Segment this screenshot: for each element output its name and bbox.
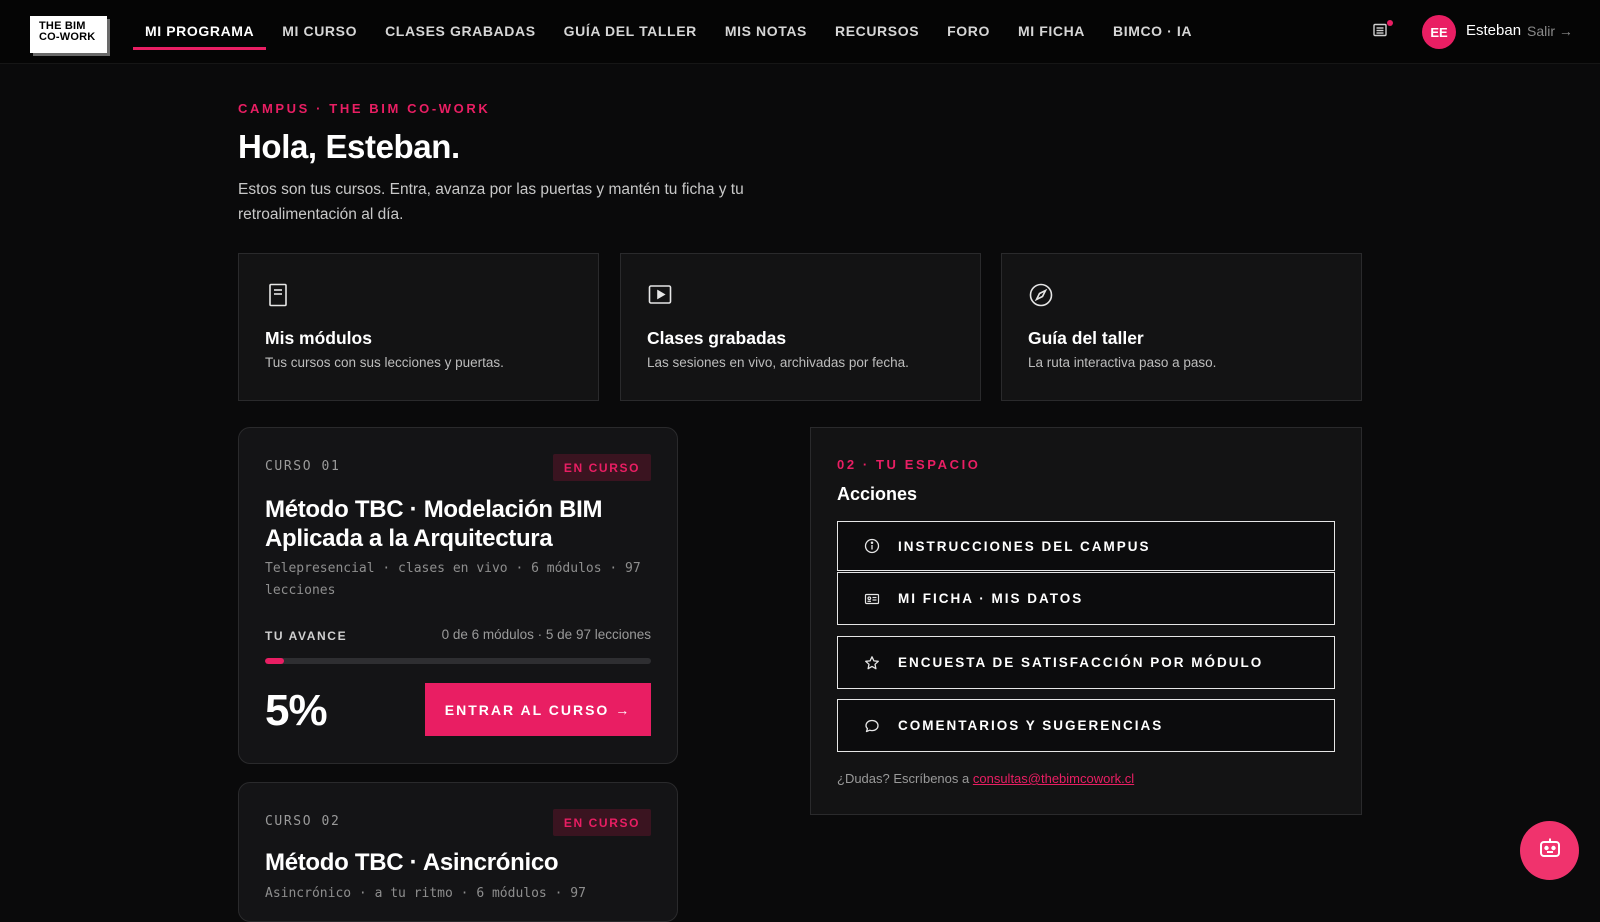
quick-link-title: Guía del taller (1028, 328, 1144, 348)
inbox-icon[interactable] (1372, 20, 1393, 40)
main-nav: MI PROGRAMA MI CURSO CLASES GRABADAS GUÍ… (133, 0, 1208, 64)
encuesta-satisfaccion-button[interactable]: ENCUESTA DE SATISFACCIÓN POR MÓDULO (837, 636, 1335, 689)
help-text-prefix: ¿Dudas? Escríbenos a (837, 771, 973, 786)
comentarios-sugerencias-button[interactable]: COMENTARIOS Y SUGERENCIAS (837, 699, 1335, 752)
logo-line-2: CO-WORK (39, 31, 96, 43)
nav-clases-grabadas[interactable]: CLASES GRABADAS (373, 0, 548, 64)
progress-bar-fill (265, 658, 285, 664)
robot-icon (1537, 835, 1563, 866)
course-title[interactable]: Método TBC · Asincrónico (265, 848, 645, 877)
nav-mis-notas[interactable]: MIS NOTAS (713, 0, 819, 64)
nav-mi-ficha[interactable]: MI FICHA (1006, 0, 1097, 64)
course-card-02: CURSO 02 EN CURSO Método TBC · Asincróni… (238, 782, 678, 922)
section-kicker: 02 · TU ESPACIO (837, 457, 981, 472)
course-meta: Asincrónico · a tu ritmo · 6 módulos · 9… (265, 886, 586, 901)
quick-link-desc: La ruta interactiva paso a paso. (1028, 355, 1217, 370)
page-intro: Estos son tus cursos. Entra, avanza por … (238, 181, 744, 223)
action-label: MI FICHA · MIS DATOS (898, 591, 1084, 606)
brand-logo[interactable]: THE BIM CO-WORK (30, 16, 107, 53)
action-label: ENCUESTA DE SATISFACCIÓN POR MÓDULO (898, 655, 1264, 670)
section-title: Acciones (837, 484, 918, 504)
help-text: ¿Dudas? Escríbenos a consultas@thebimcow… (837, 771, 1134, 786)
status-badge: EN CURSO (552, 454, 651, 481)
enter-course-button[interactable]: ENTRAR AL CURSO → (425, 683, 651, 736)
progress-bar (265, 658, 651, 664)
nav-guia-del-taller[interactable]: GUÍA DEL TALLER (552, 0, 709, 64)
quick-link-mis-modulos[interactable]: Mis módulos Tus cursos con sus lecciones… (238, 253, 599, 401)
nav-mi-curso[interactable]: MI CURSO (270, 0, 369, 64)
quick-link-desc: Tus cursos con sus lecciones y puertas. (265, 355, 504, 370)
quick-link-clases-grabadas[interactable]: Clases grabadas Las sesiones en vivo, ar… (620, 253, 981, 401)
mi-ficha-button[interactable]: MI FICHA · MIS DATOS (837, 572, 1335, 625)
quick-link-guia-del-taller[interactable]: Guía del taller La ruta interactiva paso… (1001, 253, 1362, 401)
star-icon (864, 655, 880, 671)
avatar[interactable]: EE (1422, 15, 1456, 49)
tu-espacio-panel: 02 · TU ESPACIO Acciones INSTRUCCIONES D… (810, 427, 1362, 815)
course-card-01: CURSO 01 EN CURSO Método TBC · Modelació… (238, 427, 678, 764)
notification-dot (1387, 20, 1393, 26)
progress-count: 0 de 6 módulos · 5 de 97 lecciones (441, 627, 651, 642)
progress-label: TU AVANCE (265, 629, 348, 643)
instrucciones-campus-button[interactable]: INSTRUCCIONES DEL CAMPUS (837, 521, 1335, 571)
action-label: INSTRUCCIONES DEL CAMPUS (898, 538, 1151, 554)
progress-percent: 5% (265, 686, 328, 735)
book-icon (265, 282, 291, 308)
course-number: CURSO 02 (265, 814, 341, 829)
quick-link-title: Mis módulos (265, 328, 372, 348)
page-title: Hola, Esteban. (238, 128, 460, 165)
id-card-icon (864, 591, 880, 607)
course-number: CURSO 01 (265, 459, 341, 474)
contact-email-link[interactable]: consultas@thebimcowork.cl (973, 771, 1134, 786)
course-title[interactable]: Método TBC · Modelación BIM Aplicada a l… (265, 495, 645, 553)
nav-foro[interactable]: FORO (935, 0, 1002, 64)
info-icon (864, 538, 880, 554)
course-meta: Telepresencial · clases en vivo · 6 módu… (265, 561, 641, 598)
page-kicker: CAMPUS · THE BIM CO-WORK (238, 101, 491, 116)
logout-link[interactable]: Salir → (1527, 23, 1573, 39)
compass-icon (1028, 282, 1054, 308)
top-navigation-bar: THE BIM CO-WORK MI PROGRAMA MI CURSO CLA… (0, 0, 1600, 64)
quick-link-title: Clases grabadas (647, 328, 787, 348)
chat-bubble-icon (864, 718, 880, 734)
chatbot-button[interactable] (1520, 821, 1579, 880)
play-icon (647, 282, 673, 308)
nav-bimco-ia[interactable]: BIMCO · IA (1101, 0, 1204, 64)
status-badge: EN CURSO (552, 809, 651, 836)
nav-mi-programa[interactable]: MI PROGRAMA (133, 0, 267, 64)
nav-recursos[interactable]: RECURSOS (823, 0, 931, 64)
quick-link-desc: Las sesiones en vivo, archivadas por fec… (647, 355, 909, 370)
user-name: Esteban (1466, 22, 1522, 39)
action-label: COMENTARIOS Y SUGERENCIAS (898, 718, 1164, 733)
